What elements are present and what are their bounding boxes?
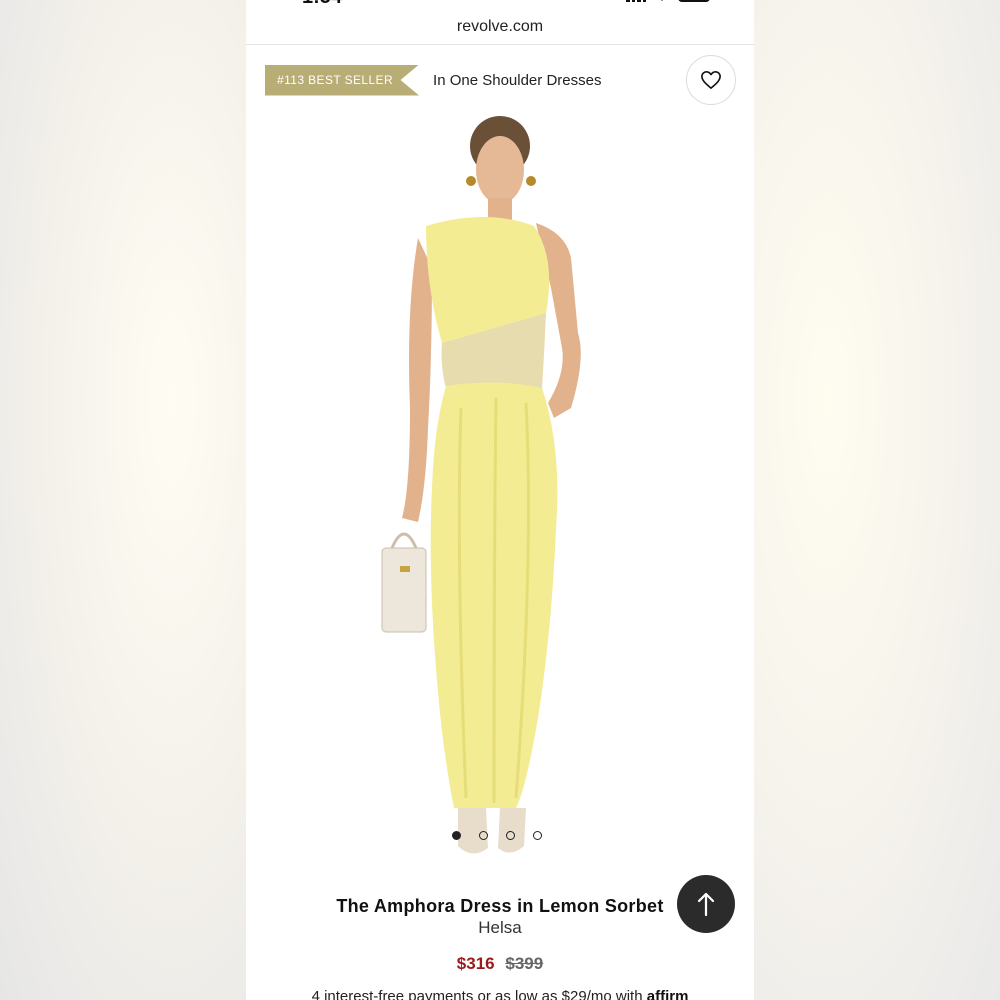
bestseller-badge: #113 BEST SELLER [265,64,420,96]
phone-screen: 1:54 revolve.com #113 BEST SELLER In One… [246,0,754,1000]
back-to-top-button[interactable] [677,875,735,933]
installments-text: 4 interest-free payments or as low as $2… [246,988,754,1000]
wishlist-button[interactable] [686,55,736,105]
product-image[interactable] [366,108,646,868]
background-left [0,0,246,1000]
bestseller-row: #113 BEST SELLER In One Shoulder Dresses [265,64,601,96]
price-block: $316 $399 [246,954,754,974]
address-bar[interactable]: revolve.com [246,0,754,45]
bestseller-category-link[interactable]: In One Shoulder Dresses [433,72,601,89]
affirm-logo[interactable]: affirm [647,988,689,1000]
arrow-up-icon [697,892,715,917]
carousel-dot[interactable] [452,831,461,840]
carousel-dot[interactable] [533,831,542,840]
original-price: $399 [505,954,544,973]
sale-price: $316 [456,954,495,973]
installments-label: 4 interest-free payments or as low as $2… [311,988,643,1000]
background-right [754,0,1000,1000]
carousel-dots [452,831,542,840]
carousel-dot[interactable] [506,831,515,840]
carousel-dot[interactable] [479,831,488,840]
url-text: revolve.com [456,18,544,35]
product-brand-link[interactable]: Helsa [246,918,754,938]
heart-icon [701,71,721,89]
